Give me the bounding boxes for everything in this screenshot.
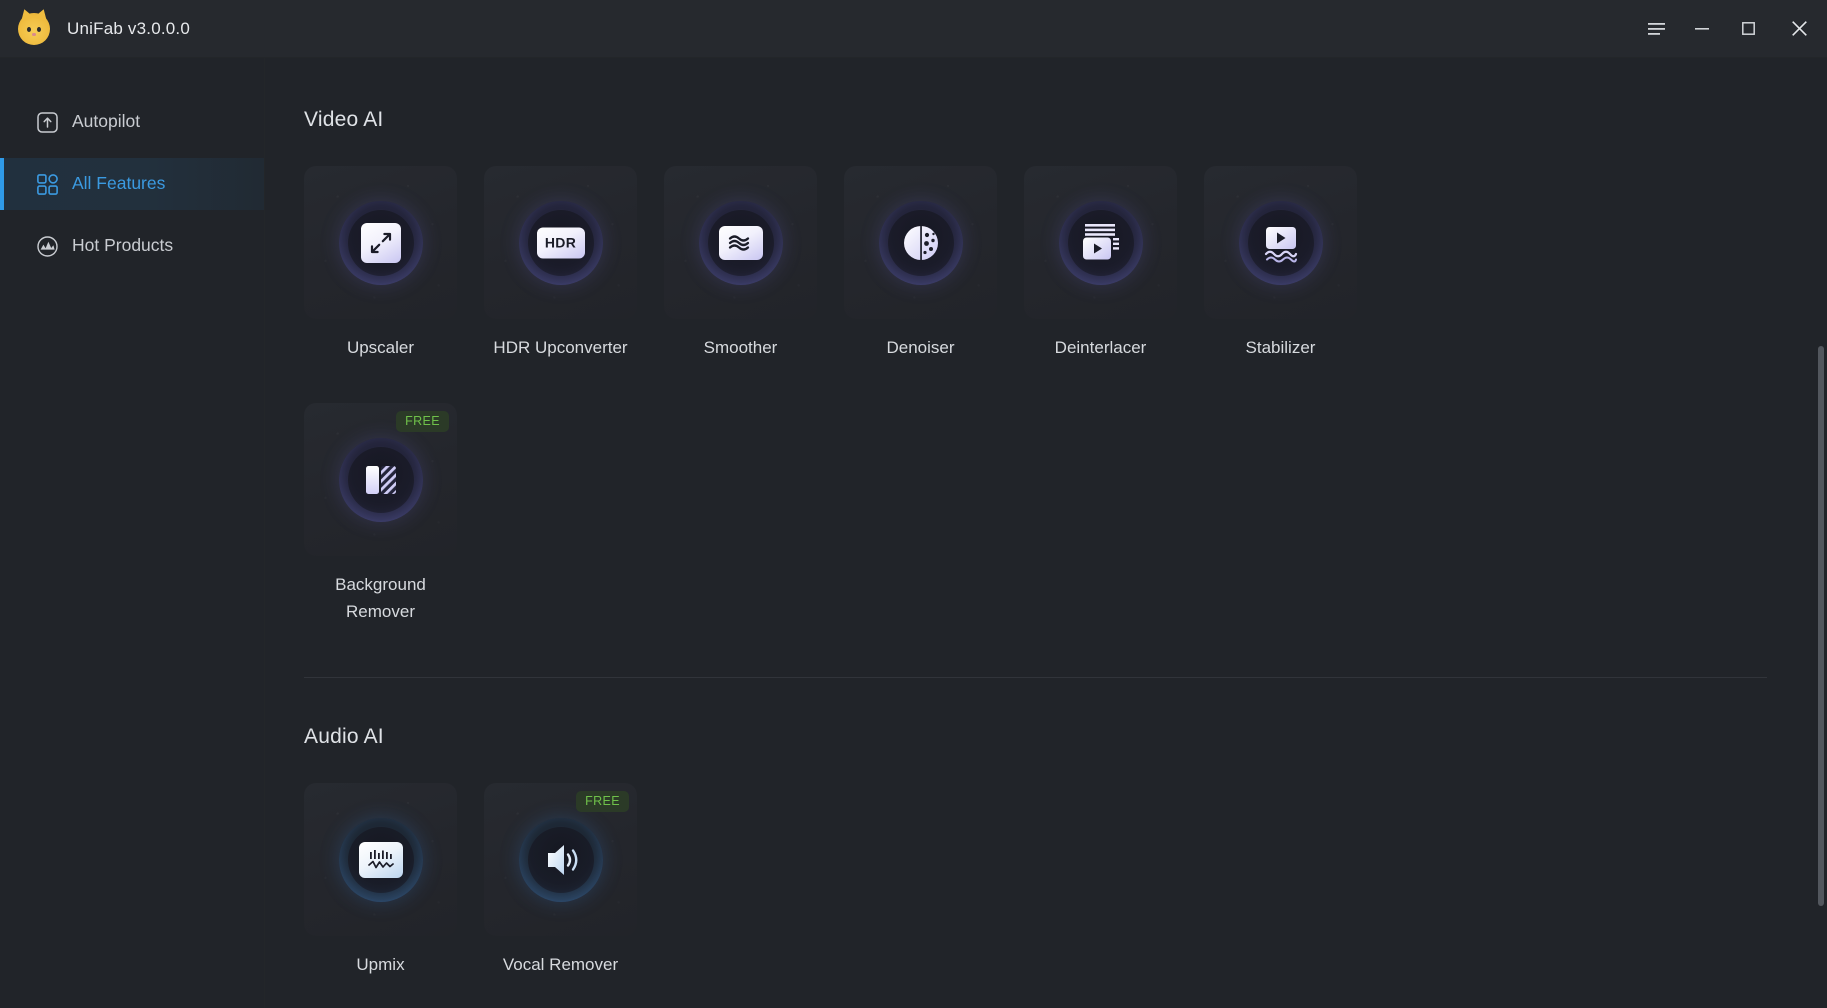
app-window: UniFab v3.0.0.0 Autopilot All Features H…	[0, 0, 1827, 1008]
sidebar-item-hot-products[interactable]: Hot Products	[0, 220, 264, 272]
feature-label: Vocal Remover	[502, 955, 619, 975]
feature-label: Upmix	[356, 955, 405, 975]
audio-ai-grid: Upmix FREE Vocal Remover	[304, 783, 1767, 978]
feature-card-smoother[interactable]: Smoother	[664, 166, 817, 361]
feature-label: Smoother	[703, 338, 778, 357]
waveform-icon	[358, 841, 403, 878]
feature-card-upscaler[interactable]: Upscaler	[304, 166, 457, 361]
scrollbar-thumb[interactable]	[1818, 346, 1824, 906]
feature-label: Background Remover	[335, 575, 426, 621]
feature-card-vocal-remover[interactable]: FREE Vocal Remover	[484, 783, 637, 978]
sidebar-item-label: Hot Products	[72, 235, 174, 256]
feature-card-denoiser[interactable]: Denoiser	[844, 166, 997, 361]
feature-label: Stabilizer	[1245, 338, 1316, 357]
sidebar-item-all-features[interactable]: All Features	[0, 158, 264, 210]
stabilize-play-icon	[1259, 222, 1303, 264]
feature-label: HDR Upconverter	[493, 338, 628, 357]
feature-card-stabilizer[interactable]: Stabilizer	[1204, 166, 1357, 361]
wavy-lines-icon	[718, 225, 763, 260]
cat-face-icon	[18, 12, 50, 45]
minimize-icon[interactable]	[1679, 0, 1725, 58]
sidebar: Autopilot All Features Hot Products	[0, 58, 265, 1008]
section-divider	[304, 677, 1767, 679]
section-audio-ai: Audio AI Upmix FREE Vocal Remover	[304, 725, 1767, 978]
scrollbar[interactable]	[1816, 58, 1824, 1008]
close-icon[interactable]	[1771, 0, 1827, 58]
maximize-icon[interactable]	[1725, 0, 1771, 58]
body: Autopilot All Features Hot Products Vide…	[0, 58, 1827, 1008]
hamburger-menu-icon[interactable]	[1633, 0, 1679, 58]
sidebar-item-autopilot[interactable]: Autopilot	[0, 96, 264, 148]
feature-card-upmix[interactable]: Upmix	[304, 783, 457, 978]
feature-label: Upscaler	[346, 338, 415, 357]
status-badge: FREE	[576, 791, 629, 813]
grid-squares-icon	[36, 173, 58, 195]
speaker-waves-icon	[538, 839, 584, 881]
background-split-icon	[359, 459, 403, 501]
feature-card-background-remover[interactable]: FREE Background Remover	[304, 403, 457, 625]
upload-box-icon	[36, 111, 58, 133]
expand-arrows-icon	[360, 222, 401, 263]
section-title: Video AI	[304, 108, 384, 131]
video-ai-grid-row2: FREE Background Remover	[304, 403, 1767, 625]
sidebar-item-label: Autopilot	[72, 111, 141, 132]
hdr-text-icon: HDR	[536, 227, 585, 258]
feature-card-hdr-upconverter[interactable]: HDR HDR Upconverter	[484, 166, 637, 361]
feature-label: Denoiser	[886, 338, 955, 357]
sidebar-item-label: All Features	[72, 173, 166, 194]
hdr-glyph-label: HDR	[536, 227, 585, 258]
app-title: UniFab v3.0.0.0	[67, 18, 191, 38]
section-title: Audio AI	[304, 725, 384, 749]
section-video-ai: Video AI Upscaler HDR HDR Upconverter Sm…	[304, 108, 1767, 625]
video-ai-grid: Upscaler HDR HDR Upconverter Smoother De…	[304, 166, 1767, 361]
noise-circle-icon	[900, 222, 942, 264]
status-badge: FREE	[396, 411, 449, 433]
feature-card-deinterlacer[interactable]: Deinterlacer	[1024, 166, 1177, 361]
hot-trending-icon	[36, 235, 58, 257]
scanlines-play-icon	[1078, 221, 1124, 265]
title-bar: UniFab v3.0.0.0	[0, 0, 1827, 58]
window-controls	[1633, 0, 1827, 57]
feature-label: Deinterlacer	[1054, 338, 1147, 357]
main-content: Video AI Upscaler HDR HDR Upconverter Sm…	[265, 58, 1827, 1008]
